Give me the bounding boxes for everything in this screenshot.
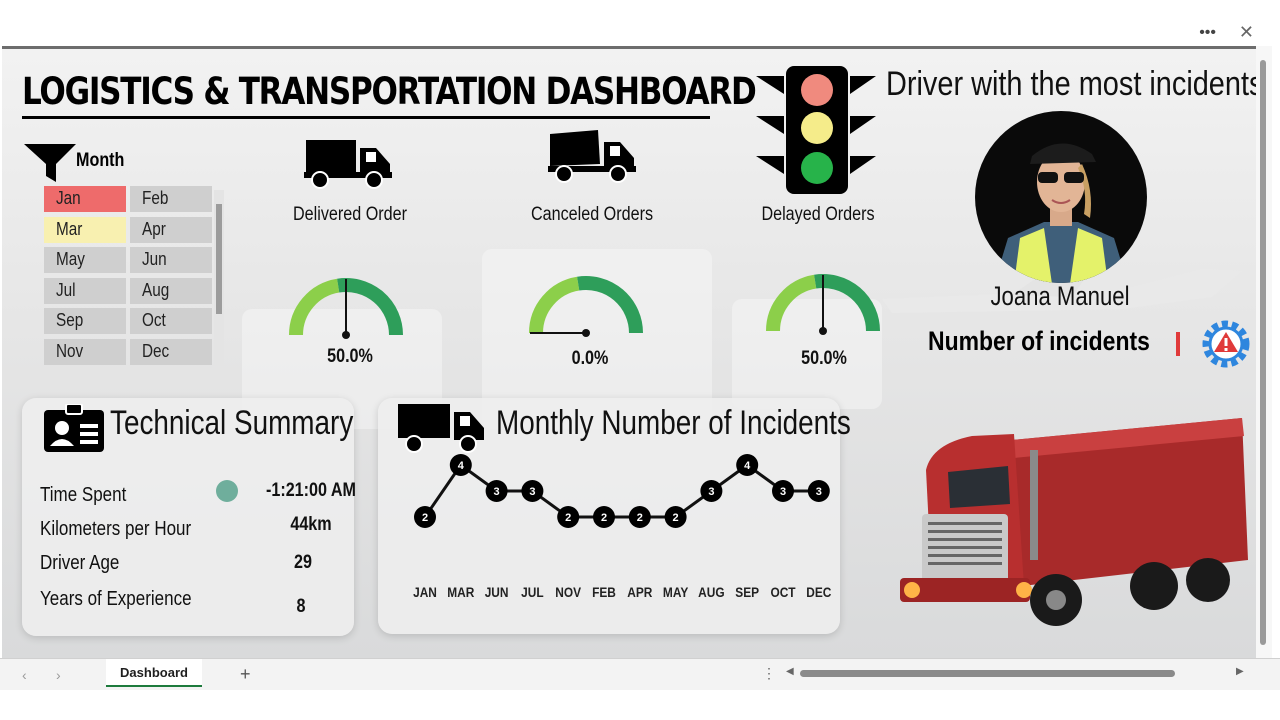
- horizontal-scroll-thumb[interactable]: [800, 670, 1175, 677]
- x-tick-label: AUG: [698, 584, 724, 600]
- more-vertical-icon[interactable]: ⋮: [762, 665, 776, 682]
- x-tick-label: OCT: [770, 584, 795, 600]
- data-label: 3: [816, 486, 822, 498]
- horizontal-scrollbar[interactable]: ◀ ▶: [786, 666, 1250, 679]
- incidents-series-line: [423, 462, 819, 519]
- data-label: 4: [744, 460, 751, 472]
- x-tick-label: DEC: [806, 584, 832, 600]
- data-label: 2: [422, 512, 428, 524]
- data-label: 3: [708, 486, 714, 498]
- red-truck-image: [900, 418, 1248, 626]
- x-tick-label: JUL: [521, 584, 544, 600]
- excel-window: ••• ✕ LOGISTICS & TRANSPORTATION DASHBOA…: [0, 0, 1280, 720]
- x-tick-label: NOV: [555, 584, 581, 600]
- data-label: 3: [780, 486, 786, 498]
- scroll-right-icon[interactable]: ▶: [1236, 666, 1244, 677]
- add-sheet-button[interactable]: +: [240, 664, 251, 685]
- x-tick-label: APR: [627, 584, 653, 600]
- x-tick-label: JAN: [413, 584, 437, 600]
- sheet-tab-bar: ‹ › Dashboard + ⋮ ◀ ▶: [0, 658, 1280, 690]
- data-label: 2: [637, 512, 643, 524]
- data-label: 3: [494, 486, 500, 498]
- x-tick-label: MAY: [663, 584, 689, 600]
- vertical-scroll-thumb[interactable]: [1260, 60, 1266, 645]
- x-tick-label: MAR: [447, 584, 475, 600]
- x-tick-label: JUN: [485, 584, 509, 600]
- scroll-left-icon[interactable]: ◀: [786, 666, 794, 677]
- data-label: 3: [529, 486, 535, 498]
- x-tick-label: SEP: [735, 584, 759, 600]
- data-label: 2: [565, 512, 571, 524]
- tab-dashboard[interactable]: Dashboard: [106, 659, 202, 687]
- prev-sheet-button[interactable]: ‹: [22, 667, 27, 683]
- vertical-scrollbar[interactable]: [1256, 46, 1272, 658]
- data-label: 2: [601, 512, 607, 524]
- x-tick-label: FEB: [592, 584, 616, 600]
- data-label: 4: [458, 460, 465, 472]
- data-label: 2: [673, 512, 679, 524]
- next-sheet-button[interactable]: ›: [56, 667, 61, 683]
